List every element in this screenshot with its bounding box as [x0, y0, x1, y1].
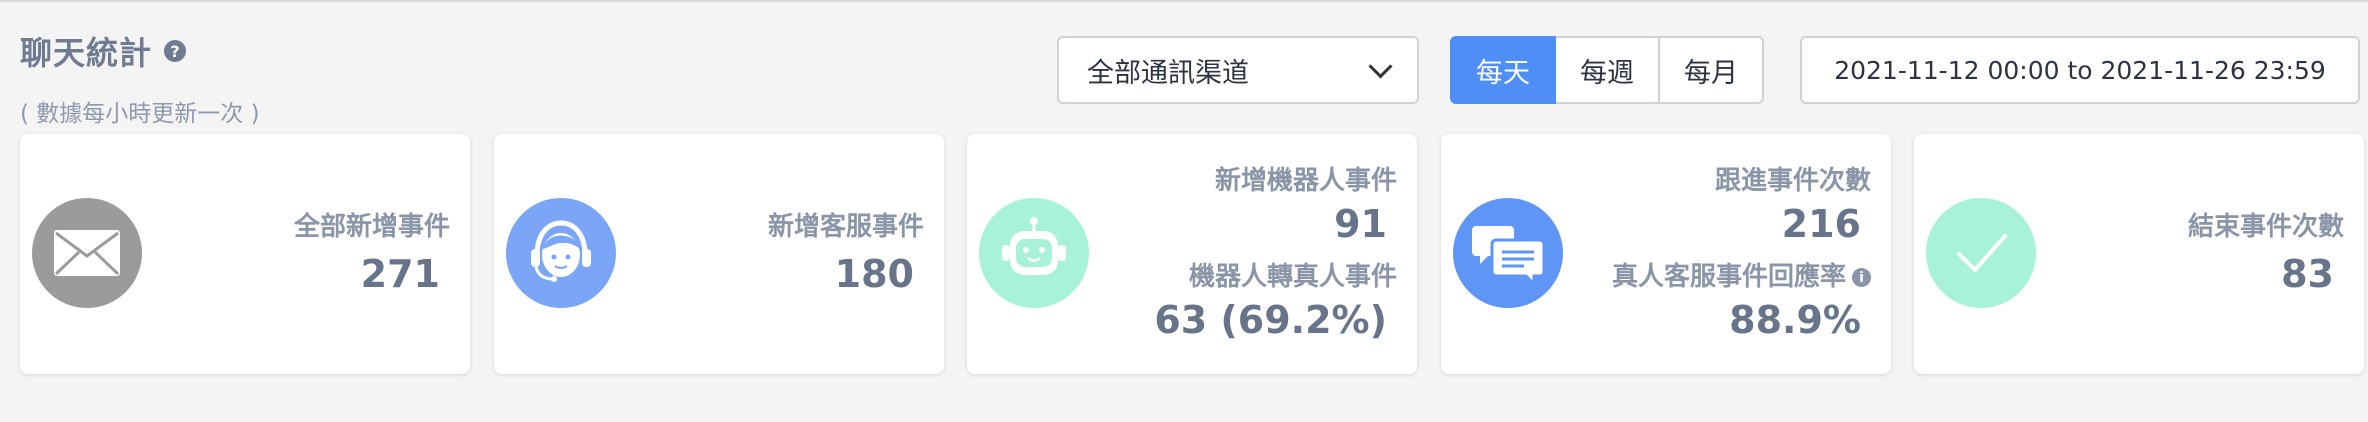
stat-value: 91 — [1334, 202, 1387, 246]
info-icon[interactable]: i — [1852, 268, 1871, 287]
page-title: 聊天統計 — [20, 34, 153, 72]
period-toggle-group: 每天 每週 每月 — [1450, 36, 1764, 104]
stat-card-closed: 結束事件次數 83 — [1914, 134, 2364, 374]
stat-card-bot: 新增機器人事件 91 機器人轉真人事件 63 (69.2%) — [967, 134, 1417, 374]
bot-transfer-value: 63 (69.2%) — [1154, 298, 1387, 342]
customer-service-agent-icon — [506, 198, 616, 308]
period-monthly-button[interactable]: 每月 — [1658, 36, 1764, 104]
stat-label: 結束事件次數 — [2187, 212, 2344, 242]
stat-value: 180 — [834, 252, 914, 296]
help-icon[interactable]: ? — [164, 40, 187, 62]
stat-label: 全部新增事件 — [293, 212, 450, 242]
bot-transfer-label: 機器人轉真人事件 — [1188, 262, 1397, 292]
page-header: 聊天統計 ? — [20, 28, 187, 74]
response-rate-value: 88.9% — [1729, 298, 1861, 342]
stat-value: 216 — [1781, 202, 1861, 246]
channel-select-value: 全部通訊渠道 — [1087, 57, 1249, 89]
envelope-icon — [32, 198, 142, 308]
response-rate-label-row: 真人客服事件回應率 i — [1612, 256, 1871, 293]
period-daily-button[interactable]: 每天 — [1450, 36, 1556, 104]
stat-card-followup: 跟進事件次數 216 真人客服事件回應率 i 88.9% — [1441, 134, 1891, 374]
robot-icon — [979, 198, 1089, 308]
stat-value: 271 — [360, 252, 440, 296]
chat-bubbles-icon — [1453, 198, 1563, 308]
stat-label: 新增客服事件 — [767, 212, 924, 242]
date-range-input[interactable]: 2021-11-12 00:00 to 2021-11-26 23:59 — [1800, 36, 2360, 104]
page-subtitle: ( 數據每小時更新一次 ) — [20, 101, 260, 127]
stat-label: 新增機器人事件 — [1214, 166, 1397, 196]
response-rate-label: 真人客服事件回應率 — [1611, 262, 1846, 292]
checkmark-icon — [1926, 198, 2036, 308]
channel-select[interactable]: 全部通訊渠道 — [1057, 36, 1419, 104]
chevron-down-icon — [1368, 53, 1393, 79]
stat-card-all-new: 全部新增事件 271 — [20, 134, 470, 374]
stat-value: 83 — [2281, 252, 2334, 296]
period-weekly-button[interactable]: 每週 — [1554, 36, 1660, 104]
stat-card-agent-new: 新增客服事件 180 — [494, 134, 944, 374]
stat-label: 跟進事件次數 — [1714, 166, 1871, 196]
